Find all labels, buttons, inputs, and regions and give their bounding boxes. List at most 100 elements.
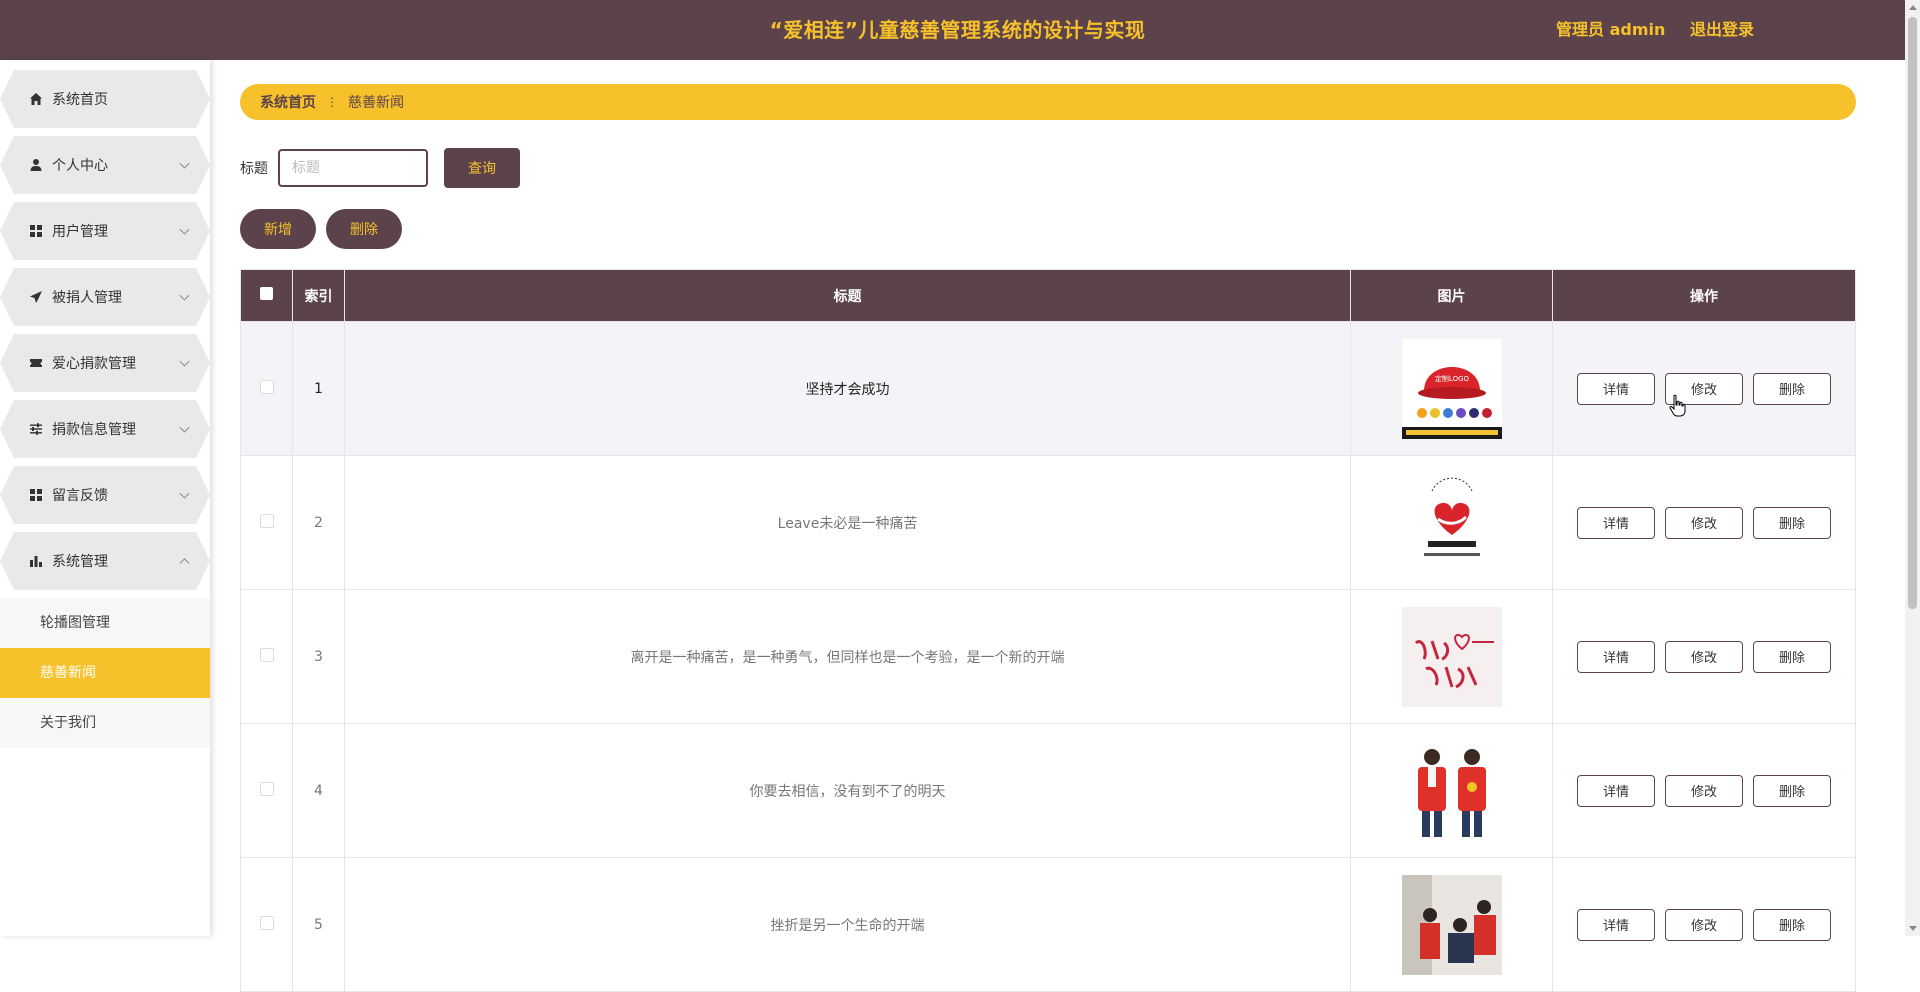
i-am-volunteer-image — [1401, 606, 1502, 707]
row-index: 2 — [292, 455, 345, 590]
table-row[interactable]: 2 Leave未必是一种痛苦 详情 修改 删除 — [240, 455, 1856, 590]
sidebar-item-personal-center[interactable]: 个人中心 — [0, 136, 210, 194]
row-actions-cell: 详情 修改 删除 — [1552, 321, 1856, 456]
action-row: 新增 删除 — [240, 209, 412, 249]
logout-link[interactable]: 退出登录 — [1690, 0, 1754, 60]
edit-button[interactable]: 修改 — [1665, 506, 1743, 539]
sidebar-item-label: 系统首页 — [52, 92, 108, 108]
breadcrumb-home[interactable]: 系统首页 — [260, 92, 316, 112]
delete-button[interactable]: 删除 — [1753, 640, 1831, 673]
grid-icon — [28, 487, 44, 503]
chevron-down-icon — [179, 290, 190, 301]
row-checkbox[interactable] — [259, 513, 274, 528]
row-image-cell — [1350, 589, 1553, 724]
add-button[interactable]: 新增 — [240, 209, 316, 249]
row-actions-cell: 详情 修改 删除 — [1552, 589, 1856, 724]
chevron-down-icon — [179, 422, 190, 433]
row-checkbox[interactable] — [259, 647, 274, 662]
page-scrollbar[interactable] — [1905, 0, 1920, 936]
table-row[interactable]: 3 离开是一种痛苦，是一种勇气，但同样也是一个考验，是一个新的开端 详情 修改 删除 — [240, 589, 1856, 724]
scrollbar-thumb[interactable] — [1908, 17, 1917, 609]
volunteers-visit-image — [1401, 874, 1502, 975]
sidebar-item-label: 个人中心 — [52, 158, 108, 174]
breadcrumb-separator: ⋮ — [326, 95, 338, 109]
ticket-icon — [28, 355, 44, 371]
search-row: 标题 查询 — [240, 148, 520, 188]
row-checkbox[interactable] — [259, 915, 274, 930]
volunteer-association-logo-image — [1401, 472, 1502, 573]
row-image-cell — [1350, 455, 1553, 590]
row-title: 你要去相信，没有到不了的明天 — [344, 723, 1351, 858]
sidebar-item-system-management[interactable]: 系统管理 — [0, 532, 210, 590]
detail-button[interactable]: 详情 — [1577, 774, 1655, 807]
delete-button[interactable]: 删除 — [1753, 774, 1831, 807]
chevron-down-icon — [179, 356, 190, 367]
detail-button[interactable]: 详情 — [1577, 372, 1655, 405]
sidebar-item-label: 爱心捐款管理 — [52, 356, 136, 372]
chevron-down-icon — [179, 488, 190, 499]
row-image-cell — [1350, 723, 1553, 858]
sidebar-item-home[interactable]: 系统首页 — [0, 70, 210, 128]
sidebar-item-recipient-management[interactable]: 被捐人管理 — [0, 268, 210, 326]
row-index: 5 — [292, 857, 345, 992]
sidebar-item-label: 捐款信息管理 — [52, 422, 136, 438]
sidebar-item-label: 用户管理 — [52, 224, 108, 240]
home-icon — [28, 91, 44, 107]
chevron-down-icon — [179, 224, 190, 235]
sidebar-item-feedback[interactable]: 留言反馈 — [0, 466, 210, 524]
row-checkbox[interactable] — [259, 379, 274, 394]
sidebar-item-user-management[interactable]: 用户管理 — [0, 202, 210, 260]
row-index: 1 — [292, 321, 345, 456]
edit-button[interactable]: 修改 — [1665, 640, 1743, 673]
row-title: 离开是一种痛苦，是一种勇气，但同样也是一个考验，是一个新的开端 — [344, 589, 1351, 724]
hand-cursor-icon — [1669, 394, 1686, 417]
scroll-down-arrow-icon[interactable] — [1909, 926, 1917, 931]
sidebar-subitem-carousel[interactable]: 轮播图管理 — [0, 598, 210, 648]
table-row[interactable]: 4 你要去相信，没有到不了的明天 详情 修改 删除 — [240, 723, 1856, 858]
row-image-cell — [1350, 857, 1553, 992]
row-title: 挫折是另一个生命的开端 — [344, 857, 1351, 992]
batch-delete-button[interactable]: 删除 — [326, 209, 402, 249]
svg-text:定制LOGO: 定制LOGO — [1434, 374, 1469, 383]
breadcrumb: 系统首页 ⋮ 慈善新闻 — [240, 84, 1856, 120]
row-checkbox-cell — [240, 857, 293, 992]
detail-button[interactable]: 详情 — [1577, 506, 1655, 539]
col-image-header: 图片 — [1350, 269, 1553, 322]
search-label: 标题 — [240, 161, 268, 177]
query-button[interactable]: 查询 — [444, 148, 520, 188]
row-checkbox[interactable] — [259, 781, 274, 796]
edit-button[interactable]: 修改 — [1665, 774, 1743, 807]
sidebar-item-donation-info-management[interactable]: 捐款信息管理 — [0, 400, 210, 458]
scroll-up-arrow-icon[interactable] — [1909, 5, 1917, 10]
col-actions-header: 操作 — [1552, 269, 1856, 322]
table-row[interactable]: 5 挫折是另一个生命的开端 详情 修改 删除 — [240, 857, 1856, 992]
sidebar-item-label: 系统管理 — [52, 554, 108, 570]
table-header-row: 索引 标题 图片 操作 — [240, 269, 1856, 322]
select-all-cell — [240, 269, 293, 322]
row-actions-cell: 详情 修改 删除 — [1552, 455, 1856, 590]
col-title-header: 标题 — [344, 269, 1351, 322]
sidebar: 系统首页 个人中心 用户管理 被捐人管理 爱心捐款管理 捐款信息管理 留言反馈 … — [0, 60, 210, 936]
title-search-input[interactable] — [278, 149, 428, 187]
top-header: “爱相连”儿童慈善管理系统的设计与实现 管理员 admin 退出登录 — [0, 0, 1905, 60]
chevron-up-icon — [179, 558, 190, 569]
admin-label: 管理员 admin — [1556, 20, 1666, 39]
row-title: Leave未必是一种痛苦 — [344, 455, 1351, 590]
row-checkbox-cell — [240, 589, 293, 724]
sidebar-subitem-about-us[interactable]: 关于我们 — [0, 698, 210, 748]
table-row[interactable]: 1 坚持才会成功 定制LOGO 详情 修改 删除 — [240, 321, 1856, 456]
row-checkbox-cell — [240, 321, 293, 456]
sidebar-item-label: 被捐人管理 — [52, 290, 122, 306]
select-all-checkbox[interactable] — [260, 287, 273, 300]
system-management-submenu: 轮播图管理 慈善新闻 关于我们 — [0, 598, 210, 748]
delete-button[interactable]: 删除 — [1753, 372, 1831, 405]
col-index-header: 索引 — [292, 269, 345, 322]
sliders-icon — [28, 421, 44, 437]
detail-button[interactable]: 详情 — [1577, 640, 1655, 673]
sidebar-subitem-charity-news[interactable]: 慈善新闻 — [0, 648, 210, 698]
sidebar-item-donation-management[interactable]: 爱心捐款管理 — [0, 334, 210, 392]
row-actions-cell: 详情 修改 删除 — [1552, 857, 1856, 992]
row-index: 3 — [292, 589, 345, 724]
delete-button[interactable]: 删除 — [1753, 506, 1831, 539]
user-icon — [28, 157, 44, 173]
